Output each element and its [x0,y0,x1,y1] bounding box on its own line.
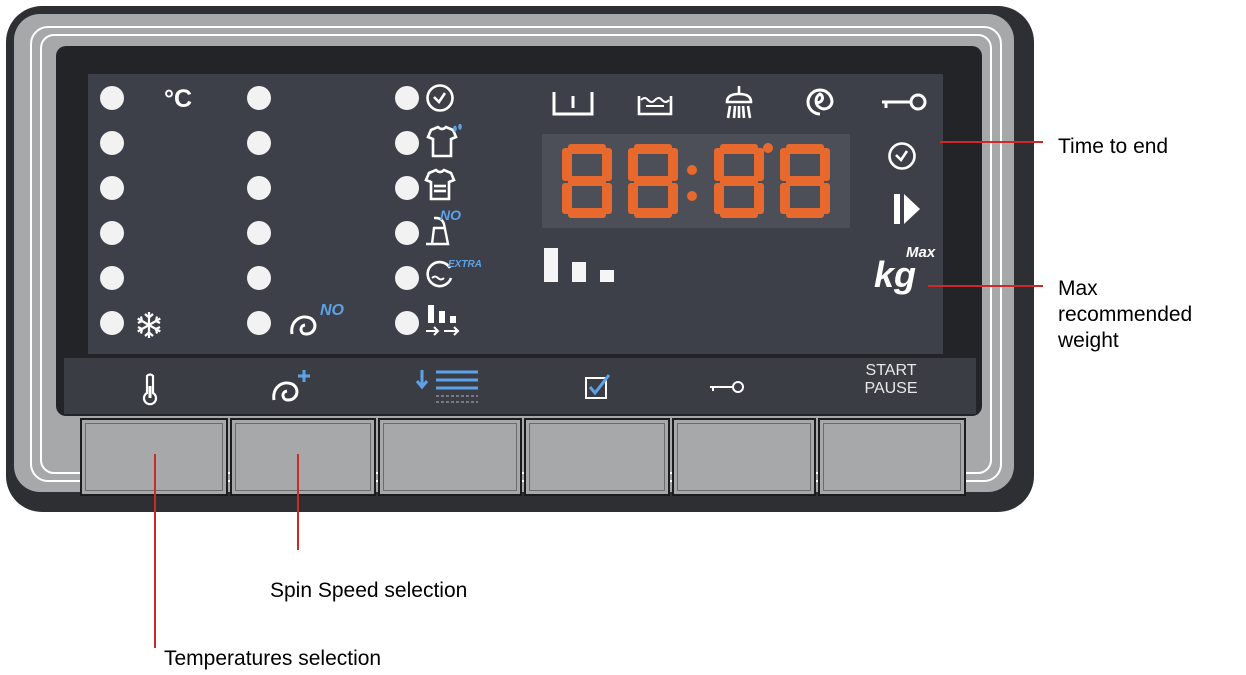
option-led [395,266,419,290]
no-spin-label: NO [320,302,344,319]
option-led [395,86,419,110]
button-label-strip [64,358,976,414]
temperature-led [100,266,124,290]
max-weight-leader-line [928,285,1043,287]
digit-segment [786,208,824,218]
spin-speed-led [247,131,271,155]
shirt-easy-iron-icon [422,168,458,202]
digit-segment [720,144,758,154]
spin-speed-led [247,86,271,110]
start-pause-label: START PAUSE [858,362,924,398]
digit-segment [568,176,606,186]
digit-segment [786,144,824,154]
start-pause-button[interactable] [818,418,966,496]
digit-segment [568,208,606,218]
progress-steps-icon [424,303,464,339]
spin-speed-led [247,176,271,200]
load-bar [572,262,586,282]
key-lock-icon [708,378,748,396]
digit-segment [634,144,672,154]
digit-segment [634,176,672,186]
load-bar [600,270,614,282]
temperature-led [100,131,124,155]
temperature-led [100,221,124,245]
thermometer-icon [140,372,160,406]
digit-segment [720,176,758,186]
pause-label: PAUSE [864,380,918,397]
start-play-icon [892,192,922,226]
load-bar [544,248,558,282]
shirt-prewash-icon [422,124,462,160]
start-label: START [865,362,917,379]
digit-segment [720,208,758,218]
time-display [542,134,850,228]
confirm-button[interactable] [524,418,670,496]
wash-tub-icon [636,90,674,118]
digit-segment [786,176,824,186]
checkbox-icon [584,372,612,402]
option-led [395,176,419,200]
temperatures-callout: Temperatures selection [164,647,382,670]
temperature-unit-label: °C [164,85,193,113]
spin-speed-button[interactable] [230,418,376,496]
spin-speed-led [247,311,271,335]
spin-speed-led [247,221,271,245]
option-led [395,131,419,155]
time-to-end-icon [886,140,918,172]
spin-speed-callout: Spin Speed selection [270,579,468,602]
max-weight-callout: Max recommended weight [1058,276,1192,354]
spin-plus-icon [268,366,316,406]
colon-dot [687,191,697,201]
spin-icon [804,86,836,118]
digit-segment [568,144,606,154]
time-to-end-leader-line [940,141,1043,143]
temperature-led [100,176,124,200]
options-list-icon [414,366,484,406]
rinse-shower-icon [722,84,756,122]
time-to-end-callout: Time to end [1058,135,1169,158]
spin-speed-leader-line [297,454,299,550]
digit-segment [634,208,672,218]
colon-dot [763,143,773,153]
child-lock-button[interactable] [672,418,816,496]
option-led [395,311,419,335]
max-weight-callout-line: weight [1058,329,1119,352]
max-weight-callout-line: Max [1058,277,1098,300]
options-button[interactable] [378,418,522,496]
no-iron-label: NO [440,207,461,223]
door-lock-key-icon [880,90,930,114]
temperature-led [100,86,124,110]
delay-timer-icon [424,82,456,114]
spin-speed-led [247,266,271,290]
no-spin-icon [288,308,324,338]
colon-dot [687,165,697,175]
max-weight-callout-line: recommended [1058,303,1193,326]
option-led [395,221,419,245]
time-display-digits [562,143,830,218]
prewash-tub-icon [551,90,595,118]
temperatures-leader-line [154,454,156,648]
extra-rinse-label: EXTRA [448,259,482,270]
max-label: Max [906,244,936,261]
temperature-led [100,311,124,335]
snowflake-icon [134,310,164,340]
